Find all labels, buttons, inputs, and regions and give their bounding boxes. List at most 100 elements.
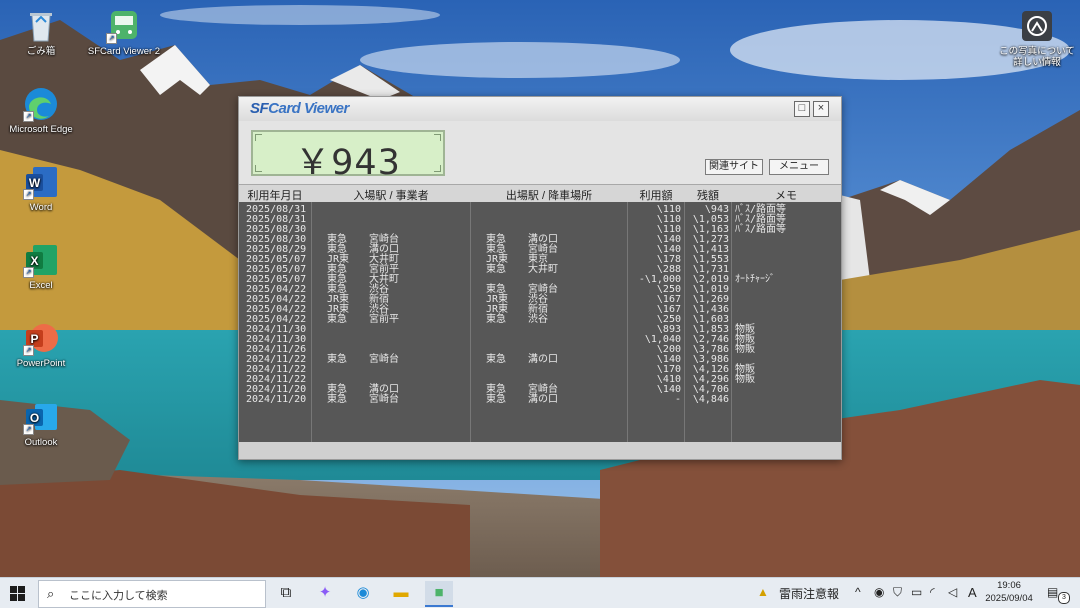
file-explorer-icon[interactable]: ▬ [387, 581, 415, 605]
cell-memo: 物販 [735, 344, 755, 355]
column-header-entry[interactable]: 入場駅 / 事業者 [312, 187, 470, 203]
excel-icon: X ↗ [23, 242, 59, 278]
desktop-icon-label: Outlook [24, 437, 58, 448]
app-title-sf: SF [250, 100, 269, 117]
close-button[interactable]: × [813, 101, 829, 117]
balance-amount: ￥943 [295, 143, 401, 183]
window-statusbar [239, 442, 841, 459]
cell-memo: ﾊﾞｽ/路面等 [735, 224, 787, 235]
record-icon[interactable]: ◉ [874, 585, 884, 599]
shortcut-arrow-icon: ↗ [23, 345, 34, 356]
related-sites-button[interactable]: 関連サイト [705, 159, 763, 175]
recycle-bin-icon [23, 8, 59, 44]
cell-entry-operator: 東急 [327, 354, 347, 365]
desktop-icon-photo-info[interactable]: この写真について詳しい情報 [997, 8, 1077, 68]
cell-memo: 物販 [735, 374, 755, 385]
security-shield-icon[interactable]: ⛉ [893, 585, 902, 600]
notification-icon[interactable]: ▤ [1047, 585, 1058, 599]
cell-entry-station: 宮崎台 [369, 354, 399, 365]
clock-date: 2025/09/04 [985, 593, 1033, 604]
menu-button[interactable]: メニュー [769, 159, 829, 175]
column-header-memo[interactable]: メモ [732, 187, 840, 203]
column-header-date[interactable]: 利用年月日 [239, 187, 311, 203]
sfcard-taskbar-icon[interactable]: ■ [425, 581, 453, 607]
desktop-icon-excel[interactable]: X ↗ Excel [1, 242, 81, 291]
shortcut-arrow-icon: ↗ [23, 424, 34, 435]
cell-entry-operator: 東急 [327, 314, 347, 325]
shortcut-arrow-icon: ↗ [23, 111, 34, 122]
cell-entry-station: 宮前平 [369, 314, 399, 325]
cell-exit-operator: 東急 [486, 354, 506, 365]
cell-amount: - [674, 394, 681, 405]
desktop-icon-powerpoint[interactable]: P ↗ PowerPoint [1, 320, 81, 369]
wifi-icon[interactable]: ◜ [930, 585, 935, 599]
cell-exit-station: 溝の口 [528, 394, 558, 405]
desktop-icon-edge[interactable]: ↗ Microsoft Edge [1, 86, 81, 135]
tray-overflow-chevron-icon[interactable]: ^ [855, 585, 861, 599]
ime-indicator[interactable]: A [968, 585, 977, 600]
column-header-amount[interactable]: 利用額 [628, 187, 684, 203]
desktop-icon-label: Microsoft Edge [9, 124, 73, 135]
desktop-icon-word[interactable]: W ↗ Word [1, 164, 81, 213]
balance-display: ￥943 [251, 130, 445, 183]
shortcut-arrow-icon: ↗ [23, 267, 34, 278]
shortcut-arrow-icon: ↗ [23, 189, 34, 200]
outlook-icon: O ↗ [23, 399, 59, 435]
start-button[interactable] [10, 586, 26, 602]
search-icon: ⌕ [47, 586, 55, 601]
table-row[interactable]: 2024/11/20 東急 東急 - \4,846 宮崎台 溝の口 [239, 395, 841, 405]
desktop-icon-sfcard-viewer[interactable]: ↗ SFCard Viewer 2 [84, 8, 164, 57]
train-icon: ↗ [106, 8, 142, 44]
desktop-icon-label: Word [29, 202, 53, 213]
app-title: SFCard Viewer [250, 100, 349, 117]
svg-text:O: O [30, 411, 39, 425]
battery-icon[interactable]: ▭ [911, 585, 922, 599]
camera-info-icon [1019, 8, 1055, 44]
cell-exit-station: 大井町 [528, 264, 558, 275]
cell-exit-operator: 東急 [486, 394, 506, 405]
desktop-icon-outlook[interactable]: O ↗ Outlook [1, 399, 81, 448]
svg-text:W: W [29, 176, 41, 190]
copilot-icon[interactable]: ✦ [311, 581, 339, 605]
clock-time: 19:06 [997, 580, 1021, 591]
weather-alert-icon[interactable]: ▲ [757, 585, 769, 599]
windows-logo-tile [18, 586, 25, 593]
app-title-rest: Card Viewer [268, 100, 349, 117]
taskbar-clock[interactable]: 19:06 2025/09/04 [979, 579, 1039, 605]
cell-entry-station: 宮崎台 [369, 394, 399, 405]
edge-icon: ↗ [23, 86, 59, 122]
history-table[interactable]: 2025/08/31 \110 \943 ﾊﾞｽ/路面等 2025/08/31 \110 \… [239, 202, 841, 442]
taskbar: ⌕ ここに入力して検索 ⧉ ✦ ◉ ▬ ■ ▲ 雷雨注意報 ^ ◉ ⛉ ▭ ◜ … [0, 577, 1080, 608]
taskbar-search[interactable]: ⌕ ここに入力して検索 [38, 580, 266, 608]
cell-memo: ｵｰﾄﾁｬｰｼﾞ [735, 274, 775, 285]
task-view-icon[interactable]: ⧉ [272, 581, 300, 605]
column-header-exit[interactable]: 出場駅 / 降車場所 [471, 187, 627, 203]
powerpoint-icon: P ↗ [23, 320, 59, 356]
desktop-icon-label: SFCard Viewer 2 [87, 46, 161, 57]
column-header-balance[interactable]: 残額 [685, 187, 731, 203]
maximize-button[interactable]: □ [794, 101, 810, 117]
svg-text:P: P [30, 332, 38, 346]
cell-exit-station: 渋谷 [528, 314, 548, 325]
desktop-icon-recycle-bin[interactable]: ごみ箱 [1, 8, 81, 57]
cell-exit-station: 溝の口 [528, 354, 558, 365]
windows-logo-tile [10, 586, 17, 593]
cell-exit-operator: 東急 [486, 314, 506, 325]
notification-badge: 3 [1058, 592, 1070, 604]
desktop-icon-label: PowerPoint [16, 358, 66, 369]
sfcard-viewer-window[interactable]: SFCard Viewer □ × ￥943 関連サイト メニュー 利用年月日 … [238, 96, 842, 460]
edge-taskbar-icon[interactable]: ◉ [349, 581, 377, 605]
desktop-icon-label: この写真について詳しい情報 [999, 46, 1075, 68]
windows-logo-tile [18, 594, 25, 601]
shortcut-arrow-icon: ↗ [106, 33, 117, 44]
history-table-header: 利用年月日 入場駅 / 事業者 出場駅 / 降車場所 利用額 残額 メモ [239, 184, 841, 203]
cell-exit-operator: 東急 [486, 264, 506, 275]
window-titlebar[interactable]: SFCard Viewer □ × [239, 97, 841, 121]
desktop-icon-label: ごみ箱 [26, 46, 56, 57]
windows-logo-tile [10, 594, 17, 601]
cell-entry-operator: 東急 [327, 394, 347, 405]
weather-alert-text[interactable]: 雷雨注意報 [779, 585, 839, 602]
volume-icon[interactable]: ◁ [948, 585, 957, 599]
search-placeholder: ここに入力して検索 [69, 590, 168, 602]
cell-balance: \4,846 [692, 394, 729, 405]
